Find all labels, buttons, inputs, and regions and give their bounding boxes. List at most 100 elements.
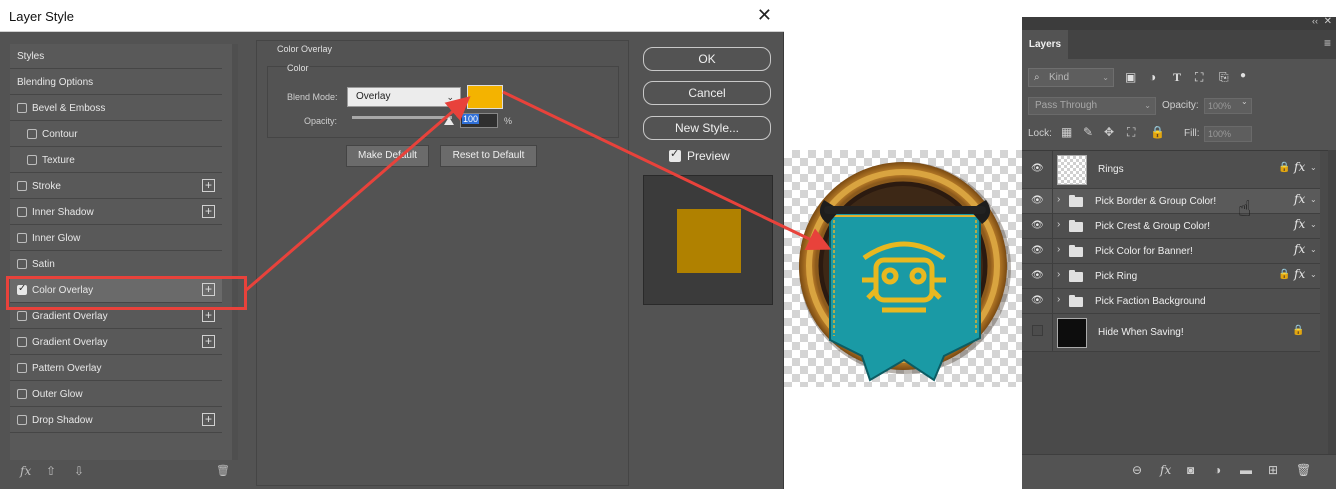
- style-checkbox[interactable]: [17, 389, 27, 399]
- style-checkbox[interactable]: [17, 311, 27, 321]
- visibility-eye-icon[interactable]: 👁: [1031, 295, 1044, 306]
- visibility-eye-icon[interactable]: 👁: [1031, 270, 1044, 281]
- layer-row[interactable]: 👁 › Pick Color for Banner! fx ⌄: [1022, 239, 1320, 264]
- add-effect-icon[interactable]: +: [202, 309, 215, 322]
- chevron-right-icon[interactable]: ›: [1057, 294, 1060, 305]
- style-checkbox[interactable]: [17, 233, 27, 243]
- move-down-icon[interactable]: ⇩: [74, 464, 84, 478]
- style-checkbox[interactable]: [17, 207, 27, 217]
- layer-row[interactable]: 👁 › Pick Crest & Group Color! fx ⌄: [1022, 214, 1320, 239]
- lock-all-icon[interactable]: 🔒: [1150, 125, 1165, 139]
- chevron-down-icon[interactable]: ⌄: [1310, 270, 1317, 279]
- fx-icon[interactable]: fx: [1160, 463, 1171, 477]
- add-effect-icon[interactable]: +: [202, 179, 215, 192]
- move-up-icon[interactable]: ⇧: [46, 464, 56, 478]
- lock-pixels-icon[interactable]: ✎: [1083, 125, 1093, 139]
- fx-icon[interactable]: fx: [20, 464, 31, 478]
- style-item[interactable]: Outer Glow: [10, 382, 222, 407]
- new-style-button[interactable]: New Style...: [643, 116, 771, 140]
- visibility-eye-icon[interactable]: 👁: [1031, 195, 1044, 206]
- fx-icon[interactable]: fx: [1294, 217, 1305, 231]
- chevron-down-icon[interactable]: ⌄: [1310, 163, 1317, 172]
- visibility-eye-icon[interactable]: 👁: [1031, 220, 1044, 231]
- style-checkbox[interactable]: [27, 155, 37, 165]
- panel-close-icon[interactable]: ✕: [1324, 16, 1332, 27]
- lock-artboard-icon[interactable]: ⛶: [1127, 125, 1135, 140]
- style-item[interactable]: Pattern Overlay: [10, 356, 222, 381]
- opacity-slider-thumb[interactable]: [444, 117, 454, 125]
- group-icon[interactable]: ▬: [1240, 463, 1252, 477]
- layer-row[interactable]: 👁 Rings 🔒 fx ⌄: [1022, 151, 1320, 189]
- layer-blend-mode-select[interactable]: Pass Through ⌄: [1028, 97, 1156, 115]
- shape-filter-icon[interactable]: ⛶: [1195, 70, 1203, 85]
- trash-icon[interactable]: 🗑: [216, 464, 230, 477]
- style-item[interactable]: Bevel & Emboss: [10, 96, 222, 121]
- style-item[interactable]: Texture: [10, 148, 222, 173]
- style-checkbox[interactable]: [17, 181, 27, 191]
- adjustment-icon[interactable]: ◑: [1214, 463, 1221, 477]
- chevron-down-icon[interactable]: ⌄: [1310, 245, 1317, 254]
- make-default-button[interactable]: Make Default: [346, 145, 429, 167]
- preview-toggle[interactable]: Preview: [669, 147, 730, 163]
- chevron-down-icon[interactable]: ⌄: [1241, 97, 1248, 106]
- panel-menu-icon[interactable]: ≡: [1324, 36, 1331, 50]
- add-effect-icon[interactable]: +: [202, 205, 215, 218]
- link-icon[interactable]: ⊖: [1132, 463, 1142, 477]
- layer-row[interactable]: 👁 › Pick Ring 🔒 fx ⌄: [1022, 264, 1320, 289]
- chevron-right-icon[interactable]: ›: [1057, 219, 1060, 230]
- chevron-right-icon[interactable]: ›: [1057, 194, 1060, 205]
- style-checkbox[interactable]: [17, 259, 27, 269]
- adjustment-filter-icon[interactable]: ◑: [1149, 70, 1156, 84]
- fx-icon[interactable]: fx: [1294, 242, 1305, 256]
- lock-position-icon[interactable]: ✥: [1104, 125, 1114, 139]
- new-layer-icon[interactable]: ⊞: [1268, 463, 1278, 477]
- collapse-icon[interactable]: ‹‹: [1312, 16, 1318, 26]
- style-checkbox[interactable]: [17, 363, 27, 373]
- add-effect-icon[interactable]: +: [202, 335, 215, 348]
- style-checkbox[interactable]: [17, 103, 27, 113]
- layer-row[interactable]: 👁 › Pick Faction Background: [1022, 289, 1320, 314]
- style-item[interactable]: Inner Shadow +: [10, 200, 222, 225]
- lock-transparency-icon[interactable]: ▦: [1061, 125, 1072, 139]
- preview-checkbox[interactable]: [669, 147, 681, 162]
- color-swatch[interactable]: [467, 85, 503, 109]
- fx-icon[interactable]: fx: [1294, 160, 1305, 174]
- layer-row[interactable]: Hide When Saving! 🔒: [1022, 314, 1320, 352]
- filter-toggle-icon[interactable]: ●: [1240, 70, 1246, 81]
- ok-button[interactable]: OK: [643, 47, 771, 71]
- tab-layers[interactable]: Layers: [1022, 30, 1068, 59]
- blend-mode-select[interactable]: Overlay ⌄: [347, 87, 461, 107]
- opacity-input[interactable]: 100: [460, 113, 498, 128]
- close-icon[interactable]: ✕: [757, 6, 772, 24]
- chevron-right-icon[interactable]: ›: [1057, 244, 1060, 255]
- image-filter-icon[interactable]: ▣: [1125, 70, 1136, 84]
- visibility-toggle[interactable]: [1032, 325, 1043, 336]
- reset-default-button[interactable]: Reset to Default: [440, 145, 537, 167]
- mask-icon[interactable]: ◙: [1187, 463, 1194, 477]
- cancel-button[interactable]: Cancel: [643, 81, 771, 105]
- visibility-eye-icon[interactable]: 👁: [1031, 163, 1044, 174]
- style-item[interactable]: Contour: [10, 122, 222, 147]
- style-item[interactable]: Stroke +: [10, 174, 222, 199]
- style-item[interactable]: Styles: [10, 44, 222, 69]
- document-canvas[interactable]: [784, 150, 1022, 387]
- chevron-down-icon[interactable]: ⌄: [1310, 195, 1317, 204]
- fx-icon[interactable]: fx: [1294, 267, 1305, 281]
- fill-input[interactable]: 100%: [1204, 126, 1252, 142]
- add-effect-icon[interactable]: +: [202, 413, 215, 426]
- fx-icon[interactable]: fx: [1294, 192, 1305, 206]
- layers-scrollbar[interactable]: [1328, 150, 1336, 454]
- style-item[interactable]: Inner Glow: [10, 226, 222, 251]
- smart-object-filter-icon[interactable]: ⎘: [1219, 70, 1229, 85]
- style-checkbox[interactable]: [27, 129, 37, 139]
- style-checkbox[interactable]: [17, 337, 27, 347]
- kind-filter-select[interactable]: ⌕ Kind ⌄: [1028, 68, 1114, 87]
- style-item[interactable]: Drop Shadow +: [10, 408, 222, 433]
- style-item[interactable]: Satin: [10, 252, 222, 277]
- delete-icon[interactable]: 🗑: [1296, 463, 1311, 477]
- visibility-eye-icon[interactable]: 👁: [1031, 245, 1044, 256]
- type-filter-icon[interactable]: T: [1173, 70, 1181, 85]
- styles-scrollbar[interactable]: [232, 44, 238, 460]
- chevron-right-icon[interactable]: ›: [1057, 269, 1060, 280]
- layer-row[interactable]: 👁 › Pick Border & Group Color! fx ⌄: [1022, 189, 1320, 214]
